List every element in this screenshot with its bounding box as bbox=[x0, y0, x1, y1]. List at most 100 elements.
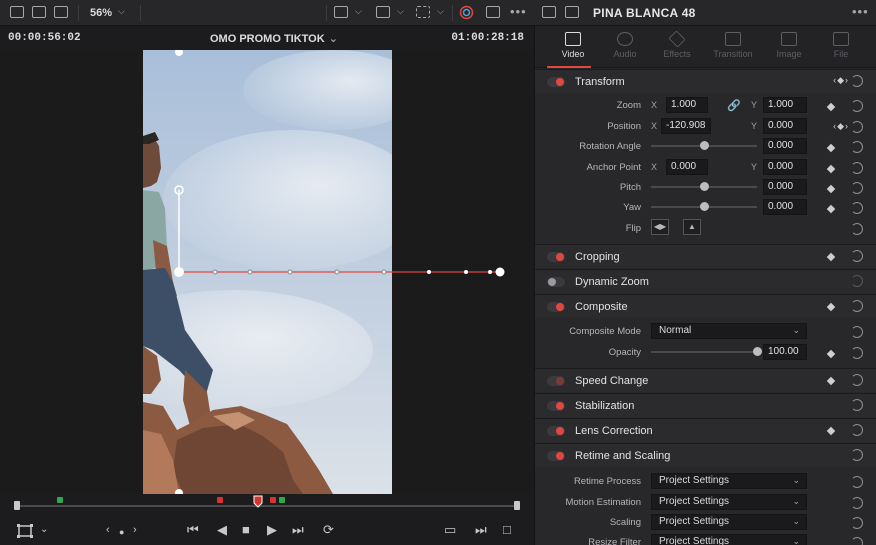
red-marker[interactable] bbox=[217, 497, 223, 503]
image-wipe-icon[interactable] bbox=[10, 6, 24, 18]
previous-keyframe-icon[interactable]: ‹ bbox=[106, 523, 110, 537]
path-point[interactable] bbox=[488, 270, 492, 274]
view-options-icon[interactable] bbox=[334, 6, 348, 18]
transform-tool-icon[interactable] bbox=[416, 6, 430, 18]
jump-to-end-icon[interactable]: ⏭ bbox=[292, 523, 304, 537]
rotation-field[interactable]: 0.000 bbox=[763, 138, 807, 154]
reset-icon[interactable] bbox=[851, 476, 863, 488]
play-icon[interactable]: ▶ bbox=[267, 523, 277, 537]
playback-quality-icon[interactable] bbox=[376, 6, 390, 18]
tab-audio[interactable]: Audio bbox=[597, 32, 653, 59]
reset-icon[interactable] bbox=[851, 141, 863, 153]
video-viewer[interactable] bbox=[0, 50, 534, 494]
speed-change-section-header[interactable]: Speed Change bbox=[535, 368, 876, 392]
position-x-field[interactable]: -120.908 bbox=[661, 118, 711, 134]
reset-icon[interactable] bbox=[851, 202, 863, 214]
in-point-marker[interactable] bbox=[14, 501, 20, 510]
inspector-panel-icon[interactable] bbox=[542, 6, 556, 18]
zoom-x-field[interactable]: 1.000 bbox=[666, 97, 708, 113]
playback-quality-chevron-down-icon[interactable]: ⌵ bbox=[397, 6, 404, 17]
transform-tool-chevron-down-icon[interactable]: ⌵ bbox=[437, 6, 444, 17]
pitch-slider-knob[interactable] bbox=[700, 182, 709, 191]
motion-estimation-dropdown[interactable]: Project Settings ⌄ bbox=[651, 494, 807, 510]
stabilization-section-header[interactable]: Stabilization bbox=[535, 393, 876, 417]
tab-file[interactable]: File bbox=[813, 32, 869, 59]
yaw-field[interactable]: 0.000 bbox=[763, 199, 807, 215]
zoom-y-field[interactable]: 1.000 bbox=[763, 97, 807, 113]
tab-video[interactable]: Video bbox=[545, 32, 601, 59]
keyframe-diamond-icon[interactable] bbox=[826, 426, 836, 436]
tab-image[interactable]: Image bbox=[761, 32, 817, 59]
composite-toggle[interactable] bbox=[547, 302, 565, 312]
path-point[interactable] bbox=[464, 270, 468, 274]
reset-icon[interactable] bbox=[851, 424, 863, 436]
transform-mode-chevron-down-icon[interactable]: ⌄ bbox=[40, 523, 48, 537]
rotation-slider-knob[interactable] bbox=[700, 141, 709, 150]
playhead-icon[interactable] bbox=[253, 495, 263, 508]
reset-icon[interactable] bbox=[851, 275, 863, 287]
reset-icon[interactable] bbox=[851, 374, 863, 386]
flip-vertical-button[interactable]: ▲ bbox=[683, 219, 701, 235]
yaw-slider-knob[interactable] bbox=[700, 202, 709, 211]
keyframe-diamond-icon[interactable] bbox=[826, 143, 836, 153]
link-icon[interactable]: 🔗 bbox=[727, 99, 741, 112]
opacity-field[interactable]: 100.00 bbox=[763, 344, 807, 360]
flip-horizontal-button[interactable]: ◀▶ bbox=[651, 219, 669, 235]
transform-toggle[interactable] bbox=[547, 77, 565, 87]
jump-to-start-icon[interactable]: ⏮ bbox=[187, 523, 199, 537]
composite-mode-dropdown[interactable]: Normal ⌄ bbox=[651, 323, 807, 339]
retime-scaling-section-header[interactable]: Retime and Scaling bbox=[535, 443, 876, 467]
reset-icon[interactable] bbox=[851, 75, 863, 87]
cropping-toggle[interactable] bbox=[547, 252, 565, 262]
anchor-y-field[interactable]: 0.000 bbox=[763, 159, 807, 175]
loop-icon[interactable]: ⟳ bbox=[323, 523, 334, 537]
opacity-slider[interactable] bbox=[651, 351, 759, 353]
reset-icon[interactable] bbox=[851, 250, 863, 262]
lens-correction-section-header[interactable]: Lens Correction bbox=[535, 418, 876, 442]
keyframe-diamond-icon[interactable] bbox=[826, 164, 836, 174]
viewer-scrub-bar[interactable] bbox=[0, 494, 534, 516]
dynamic-zoom-toggle[interactable] bbox=[547, 277, 565, 287]
transform-mode-icon[interactable] bbox=[17, 524, 33, 538]
opacity-slider-knob[interactable] bbox=[753, 347, 762, 356]
path-point[interactable] bbox=[334, 269, 340, 275]
transform-overlay[interactable] bbox=[0, 50, 534, 494]
view-options-chevron-down-icon[interactable]: ⌵ bbox=[355, 6, 362, 17]
cropping-section-header[interactable]: Cropping bbox=[535, 244, 876, 268]
reset-icon[interactable] bbox=[851, 449, 863, 461]
transform-section-header[interactable]: Transform ‹◆› bbox=[535, 69, 876, 93]
keyframe-diamond-icon[interactable] bbox=[826, 349, 836, 359]
scrub-track[interactable] bbox=[17, 505, 517, 507]
reset-icon[interactable] bbox=[851, 517, 863, 529]
stop-icon[interactable]: ■ bbox=[242, 523, 250, 537]
next-edit-icon[interactable]: ⏭ bbox=[475, 523, 487, 537]
reset-icon[interactable] bbox=[851, 223, 863, 235]
keyframe-diamond-icon[interactable] bbox=[826, 204, 836, 214]
split-screen-icon[interactable] bbox=[32, 6, 46, 18]
keyframe-diamond-icon[interactable] bbox=[826, 302, 836, 312]
next-keyframe-icon[interactable]: › bbox=[133, 523, 137, 537]
grid-icon[interactable] bbox=[54, 6, 68, 18]
out-point-marker[interactable] bbox=[514, 501, 520, 510]
tab-effects[interactable]: Effects bbox=[649, 30, 705, 59]
match-frame-icon[interactable]: ▭ bbox=[444, 523, 456, 537]
reset-icon[interactable] bbox=[851, 347, 863, 359]
reset-icon[interactable] bbox=[851, 497, 863, 509]
end-handle[interactable] bbox=[495, 267, 505, 277]
lens-correction-toggle[interactable] bbox=[547, 426, 565, 436]
path-point[interactable] bbox=[247, 269, 253, 275]
reset-icon[interactable] bbox=[851, 399, 863, 411]
reset-icon[interactable] bbox=[851, 300, 863, 312]
keyframe-diamond-icon[interactable] bbox=[826, 376, 836, 386]
keyframe-diamond-icon[interactable] bbox=[826, 252, 836, 262]
dual-viewer-icon[interactable] bbox=[486, 6, 500, 18]
inspector-more-options-icon[interactable]: ••• bbox=[852, 4, 869, 19]
color-wheel-icon[interactable] bbox=[459, 5, 474, 20]
speed-change-toggle[interactable] bbox=[547, 376, 565, 386]
keyframe-nav-icon[interactable]: ‹◆› bbox=[833, 75, 849, 86]
viewer-mode-icon[interactable]: □ bbox=[503, 523, 511, 537]
inspector-split-icon[interactable] bbox=[565, 6, 579, 18]
path-point[interactable] bbox=[381, 269, 387, 275]
dynamic-zoom-section-header[interactable]: Dynamic Zoom bbox=[535, 269, 876, 293]
anchor-handle[interactable] bbox=[174, 267, 184, 277]
